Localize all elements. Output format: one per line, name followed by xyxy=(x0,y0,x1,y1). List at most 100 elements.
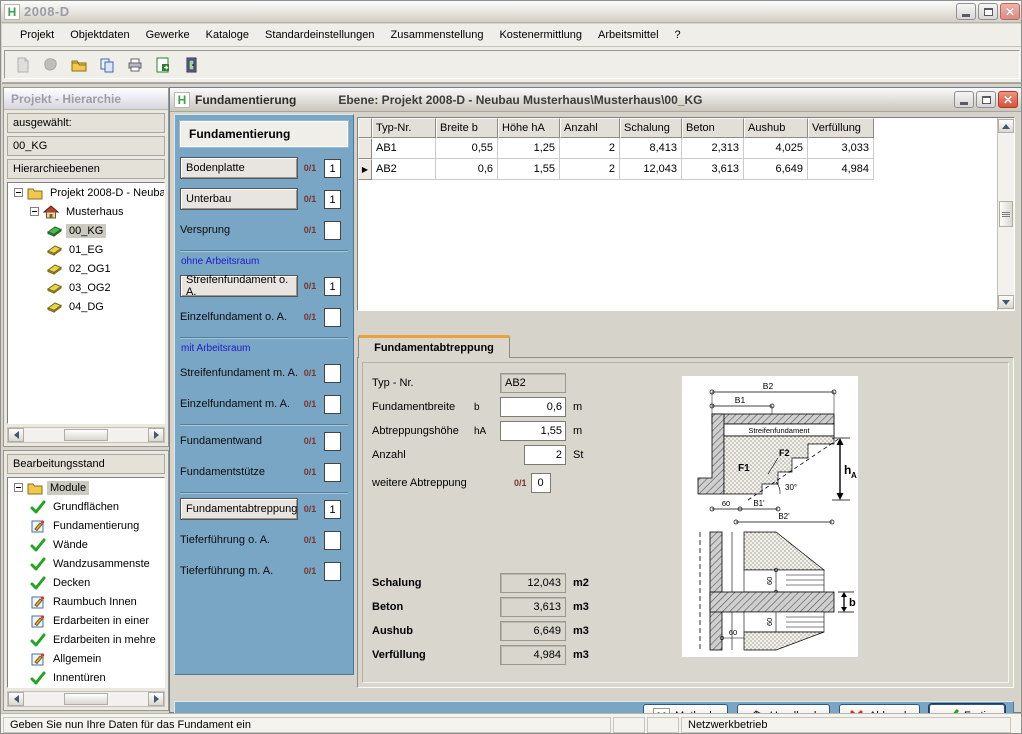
table-cell[interactable]: 4,984 xyxy=(808,159,874,180)
module-button-unterbau[interactable]: Unterbau xyxy=(180,188,298,210)
tree-item-01_eg[interactable]: 01_EG xyxy=(8,240,164,259)
quantity-box[interactable]: 1 xyxy=(324,277,341,296)
field-input-fundamentbreite[interactable] xyxy=(500,397,566,417)
exit-button[interactable] xyxy=(181,55,201,75)
table-cell[interactable]: 0,6 xyxy=(436,159,498,180)
table-row[interactable]: AB10,551,2528,4132,3134,0253,033 xyxy=(358,138,997,159)
menu-item-kostenermittlung[interactable]: Kostenermittlung xyxy=(491,26,590,44)
field-input-anzahl[interactable] xyxy=(524,445,566,465)
maximize-button[interactable] xyxy=(976,91,996,108)
copy-button[interactable] xyxy=(97,55,117,75)
menu-item-gewerke[interactable]: Gewerke xyxy=(138,26,198,44)
close-button[interactable]: ✕ xyxy=(1000,3,1020,20)
table-cell[interactable]: 1,55 xyxy=(498,159,560,180)
menu-item-standardeinstellungen[interactable]: Standardeinstellungen xyxy=(257,26,382,44)
tree-item-w-nde[interactable]: Wände xyxy=(8,535,164,554)
tree-item-erdarbeiten-in-mehre[interactable]: Erdarbeiten in mehre xyxy=(8,630,164,649)
table-cell[interactable]: 3,033 xyxy=(808,138,874,159)
scrollbar-thumb[interactable] xyxy=(64,429,108,441)
quantity-box[interactable] xyxy=(324,562,341,581)
tree-item-projekt-2008-d---neubau[interactable]: Projekt 2008-D - Neubau xyxy=(8,183,164,202)
scroll-down-button[interactable] xyxy=(998,295,1014,309)
table-cell[interactable]: 6,649 xyxy=(744,159,808,180)
export-button[interactable] xyxy=(153,55,173,75)
scroll-right-button[interactable] xyxy=(148,692,164,706)
tree-item-erdarbeiten-in-einer[interactable]: Erdarbeiten in einer xyxy=(8,611,164,630)
vertical-scrollbar[interactable] xyxy=(997,118,1014,310)
table-cell[interactable]: 3,613 xyxy=(682,159,744,180)
tab-fundamentabtreppung[interactable]: Fundamentabtreppung xyxy=(358,335,510,358)
scrollbar-thumb[interactable] xyxy=(64,693,108,705)
close-button[interactable]: ✕ xyxy=(998,91,1018,108)
quantity-box[interactable]: 1 xyxy=(324,500,341,519)
collapse-expander-icon[interactable] xyxy=(30,207,39,216)
tree-item-allgemein[interactable]: Allgemein xyxy=(8,649,164,668)
tree-item-wandzusammenste[interactable]: Wandzusammenste xyxy=(8,554,164,573)
weitere-abtreppung-input[interactable] xyxy=(531,473,551,493)
open-folder-button[interactable] xyxy=(69,55,89,75)
tree-item-03_og2[interactable]: 03_OG2 xyxy=(8,278,164,297)
column-header-verfllung[interactable]: Verfüllung xyxy=(808,118,874,138)
quantity-box[interactable] xyxy=(324,463,341,482)
minimize-button[interactable] xyxy=(954,91,974,108)
tree-item-musterhaus[interactable]: Musterhaus xyxy=(8,202,164,221)
tree-item-00_kg[interactable]: 00_KG xyxy=(8,221,164,240)
scroll-up-button[interactable] xyxy=(998,119,1014,133)
table-cell[interactable]: 2,313 xyxy=(682,138,744,159)
module-button-streifenfundament-o--a-[interactable]: Streifenfundament o. A. xyxy=(180,275,298,297)
scroll-left-button[interactable] xyxy=(8,692,24,706)
tree-item-innent-ren[interactable]: Innentüren xyxy=(8,668,164,687)
module-button-bodenplatte[interactable]: Bodenplatte xyxy=(180,157,298,179)
tree-item-decken[interactable]: Decken xyxy=(8,573,164,592)
collapse-expander-icon[interactable] xyxy=(14,483,23,492)
tree-item-fundamentierung[interactable]: Fundamentierung xyxy=(8,516,164,535)
column-header-beton[interactable]: Beton xyxy=(682,118,744,138)
column-header-typnr[interactable]: Typ-Nr. xyxy=(372,118,436,138)
restore-button[interactable] xyxy=(978,3,998,20)
column-header-aushub[interactable]: Aushub xyxy=(744,118,808,138)
tree-item-02_og1[interactable]: 02_OG1 xyxy=(8,259,164,278)
quantity-box[interactable] xyxy=(324,395,341,414)
tree-item-grundfl-chen[interactable]: Grundflächen xyxy=(8,497,164,516)
quantity-box[interactable] xyxy=(324,364,341,383)
quantity-box[interactable]: 1 xyxy=(324,159,341,178)
quantity-box[interactable] xyxy=(324,432,341,451)
tree-item-raumbuch-innen[interactable]: Raumbuch Innen xyxy=(8,592,164,611)
table-cell[interactable]: 0,55 xyxy=(436,138,498,159)
print-button[interactable] xyxy=(125,55,145,75)
table-row[interactable]: ▶AB20,61,55212,0433,6136,6494,984 xyxy=(358,159,997,180)
column-header-schalung[interactable]: Schalung xyxy=(620,118,682,138)
scroll-right-button[interactable] xyxy=(148,428,164,442)
menu-item-zusammenstellung[interactable]: Zusammenstellung xyxy=(383,26,492,44)
horizontal-scrollbar[interactable] xyxy=(7,427,165,443)
quantity-box[interactable] xyxy=(324,531,341,550)
menu-item-objektdaten[interactable]: Objektdaten xyxy=(62,26,137,44)
menu-item-projekt[interactable]: Projekt xyxy=(12,26,62,44)
tree-item-module[interactable]: Module xyxy=(8,478,164,497)
column-header-anzahl[interactable]: Anzahl xyxy=(560,118,620,138)
horizontal-scrollbar[interactable] xyxy=(7,691,165,707)
table-cell[interactable]: 2 xyxy=(560,138,620,159)
module-button-fundamentabtreppung[interactable]: Fundamentabtreppung xyxy=(180,498,298,520)
table-cell[interactable]: 2 xyxy=(560,159,620,180)
table-cell[interactable]: 4,025 xyxy=(744,138,808,159)
column-header-hheha[interactable]: Höhe hA xyxy=(498,118,560,138)
table-cell[interactable]: 1,25 xyxy=(498,138,560,159)
scrollbar-thumb[interactable] xyxy=(999,201,1013,227)
tree-item-04_dg[interactable]: 04_DG xyxy=(8,297,164,316)
menu-item-?[interactable]: ? xyxy=(667,26,689,44)
field-input-abtreppungsh-he[interactable] xyxy=(500,421,566,441)
scroll-left-button[interactable] xyxy=(8,428,24,442)
table-cell[interactable]: AB1 xyxy=(372,138,436,159)
quantity-box[interactable] xyxy=(324,308,341,327)
quantity-box[interactable] xyxy=(324,221,341,240)
menu-item-kataloge[interactable]: Kataloge xyxy=(198,26,257,44)
table-cell[interactable]: 12,043 xyxy=(620,159,682,180)
table-cell[interactable]: 8,413 xyxy=(620,138,682,159)
quantity-box[interactable]: 1 xyxy=(324,190,341,209)
table-cell[interactable]: AB2 xyxy=(372,159,436,180)
column-header-breiteb[interactable]: Breite b xyxy=(436,118,498,138)
collapse-expander-icon[interactable] xyxy=(14,188,23,197)
menu-item-arbeitsmittel[interactable]: Arbeitsmittel xyxy=(590,26,667,44)
minimize-button[interactable] xyxy=(956,3,976,20)
